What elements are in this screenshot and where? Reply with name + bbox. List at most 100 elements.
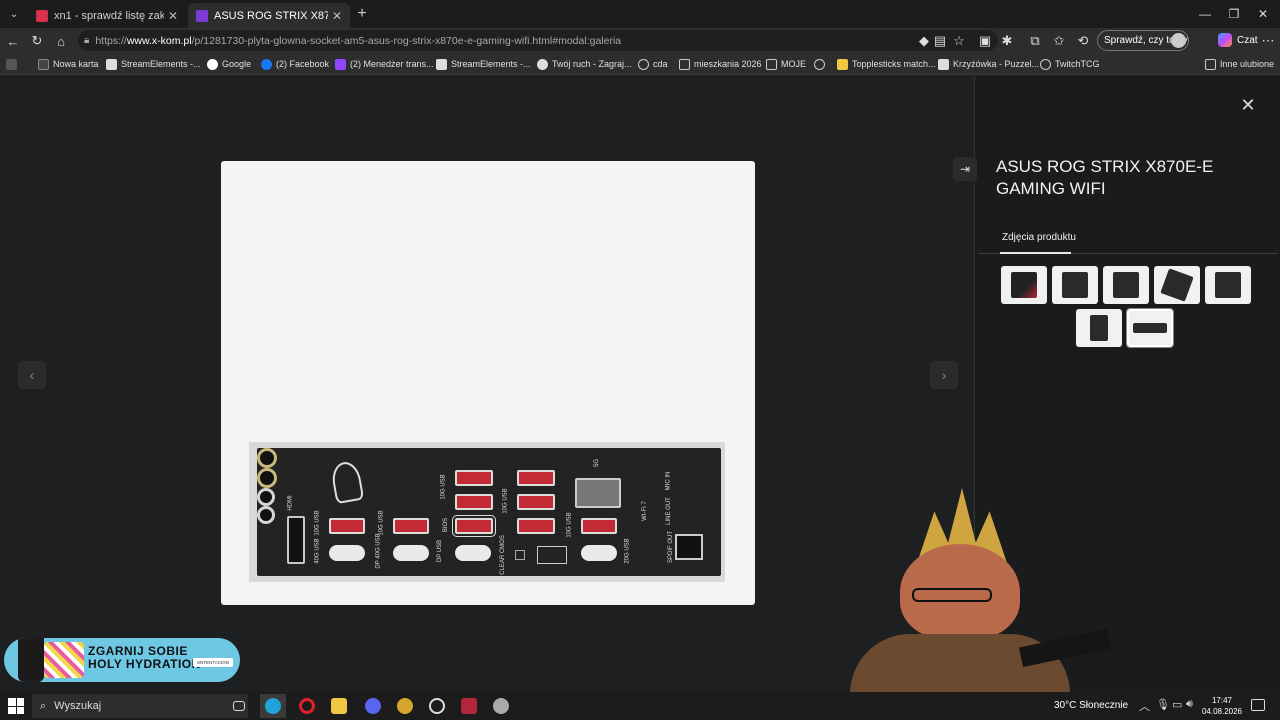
restore-icon[interactable]: ❐ xyxy=(1224,4,1244,24)
gallery-thumbnail[interactable] xyxy=(1052,266,1098,304)
profile-check-button[interactable]: Sprawdź, czy to Ty xyxy=(1097,30,1189,51)
io-label: DP USB xyxy=(437,539,444,563)
gallery-thumbnail[interactable] xyxy=(1154,266,1200,304)
tray-chevron-up-icon[interactable]: ︿ xyxy=(1139,698,1150,714)
task-view-icon[interactable] xyxy=(226,694,252,718)
extension-icon[interactable]: ▣ xyxy=(975,31,995,51)
tab-close-icon[interactable]: ✕ xyxy=(332,9,342,23)
lock-icon: 🔒︎ xyxy=(84,35,90,46)
taskbar-search[interactable]: ⌕ Wyszukaj xyxy=(32,694,248,718)
bookmark-item[interactable]: (2) Menedżer trans... xyxy=(335,57,434,71)
gallery-thumbnail[interactable] xyxy=(1001,266,1047,304)
bookmark-item[interactable]: StreamElements -... xyxy=(106,57,201,71)
bookmark-item[interactable]: Krzyżówka - Puzzel... xyxy=(938,57,1039,71)
prev-image-chevron-left-icon[interactable]: ‹ xyxy=(18,361,46,389)
tab-close-icon[interactable]: ✕ xyxy=(168,9,178,23)
gallery-thumbnail[interactable] xyxy=(1205,266,1251,304)
weather-widget[interactable]: 30°C Słonecznie xyxy=(1054,700,1128,711)
back-arrow-icon[interactable]: ← xyxy=(3,31,23,51)
tab-asus-rog[interactable]: ASUS ROG STRIX X870E-E GAMING ✕ xyxy=(188,3,350,28)
bookmark-folder[interactable]: mieszkania 2026 xyxy=(679,57,762,71)
spdif-port xyxy=(675,534,703,560)
discord-taskbar-icon[interactable] xyxy=(360,694,386,718)
collapse-panel-arrow-icon[interactable]: ⇥ xyxy=(953,157,977,181)
lan-port xyxy=(575,478,621,508)
io-label: HDMI xyxy=(287,495,294,511)
bios-flashback-button-icon xyxy=(537,546,567,564)
copilot-button[interactable]: Czat xyxy=(1218,33,1258,47)
file-explorer-icon[interactable] xyxy=(326,694,352,718)
gallery-thumbnail-selected[interactable] xyxy=(1126,308,1174,348)
tab-product-photos[interactable]: Zdjęcia produktu xyxy=(1002,232,1076,243)
network-icon[interactable]: ▭ xyxy=(1172,698,1182,711)
volume-icon[interactable]: 🔊︎ xyxy=(1186,698,1193,711)
clock-time: 17:47 xyxy=(1211,696,1233,705)
bookmark-item[interactable]: Topplesticks match... xyxy=(837,57,936,71)
usb-a-port xyxy=(455,470,493,486)
facebook-icon xyxy=(261,58,272,70)
tab-actions-chevron-icon[interactable]: ⌄ xyxy=(4,4,24,24)
move-icon xyxy=(537,58,548,70)
io-label: 10G USB xyxy=(502,488,509,514)
bookmark-item[interactable]: (2) Facebook xyxy=(261,57,329,71)
reader-icon[interactable]: ▤ xyxy=(930,31,950,51)
folder-icon xyxy=(766,58,777,70)
promo-graphic xyxy=(44,642,84,678)
copilot-label: Czat xyxy=(1237,34,1258,46)
history-icon[interactable]: ⟲ xyxy=(1073,31,1093,51)
bookmark-item[interactable] xyxy=(814,57,829,71)
opera-taskbar-icon[interactable] xyxy=(294,694,320,718)
search-placeholder: Wyszukaj xyxy=(54,700,102,712)
bookmark-folder[interactable]: MOJE xyxy=(766,57,806,71)
split-screen-icon[interactable]: ⧉ xyxy=(1025,31,1045,51)
glasses-icon xyxy=(912,588,992,602)
globe-icon xyxy=(1040,58,1051,70)
bookmark-item[interactable]: StreamElements -... xyxy=(436,57,531,71)
gallery-thumbnail[interactable] xyxy=(1103,266,1149,304)
new-tab-plus-icon[interactable]: + xyxy=(352,4,372,24)
bookmark-item[interactable]: Google xyxy=(207,57,251,71)
clock-date: 04.08.2026 xyxy=(1201,707,1243,716)
reading-mode-icon[interactable] xyxy=(6,57,21,71)
mic-tray-icon[interactable]: 🎙︎ xyxy=(1156,698,1170,711)
app-taskbar-icon[interactable] xyxy=(456,694,482,718)
reload-icon[interactable]: ↻ xyxy=(27,31,47,51)
bookmark-item[interactable]: cda xyxy=(638,57,668,71)
antenna-connector xyxy=(257,448,277,468)
bookmark-item[interactable]: TwitchTCG xyxy=(1040,57,1100,71)
bookmark-item[interactable]: Nowa karta xyxy=(38,57,99,71)
address-bar[interactable]: 🔒︎ https://www.x-kom.pl/p/1281730-plyta-… xyxy=(78,30,998,51)
window-close-icon[interactable]: ✕ xyxy=(1253,4,1273,24)
app-taskbar-icon[interactable] xyxy=(424,694,450,718)
home-icon[interactable]: ⌂ xyxy=(51,31,71,51)
more-menu-icon[interactable]: ⋯ xyxy=(1258,31,1278,51)
taskbar-clock[interactable]: 17:47 04.08.2026 xyxy=(1198,695,1246,717)
tab-title: ASUS ROG STRIX X870E-E GAMING xyxy=(214,9,328,22)
edge-taskbar-icon[interactable] xyxy=(260,694,286,718)
usb-c-port xyxy=(393,545,429,561)
puzzle-icon[interactable]: ✱ xyxy=(997,31,1017,51)
gallery-thumbnail[interactable] xyxy=(1076,309,1122,347)
tab-xn1[interactable]: xn1 - sprawdź listę zakupową w x ✕ xyxy=(28,3,186,28)
shaker-bottle-image xyxy=(18,638,44,682)
windows-start-icon[interactable] xyxy=(8,698,24,714)
globe-icon xyxy=(814,58,825,70)
app-taskbar-icon[interactable] xyxy=(392,694,418,718)
favorite-star-icon[interactable]: ☆ xyxy=(949,31,969,51)
notification-icon[interactable] xyxy=(1251,699,1265,711)
app-taskbar-icon[interactable] xyxy=(488,694,514,718)
io-label: 10G USB xyxy=(566,512,573,538)
bookmark-item[interactable]: Twój ruch - Zagraj... xyxy=(537,57,632,71)
tab-title: xn1 - sprawdź listę zakupową w x xyxy=(54,9,164,22)
close-gallery-icon[interactable]: ✕ xyxy=(1238,95,1258,115)
promo-banner[interactable]: ZGARNIJ SOBIE HOLY HYDRATION XNTENTACION xyxy=(4,638,240,682)
minimize-icon[interactable]: — xyxy=(1195,4,1215,24)
favorites-icon[interactable]: ✩ xyxy=(1049,31,1069,51)
copilot-icon xyxy=(1218,33,1232,47)
url-path: /p/1281730-plyta-glowna-socket-am5-asus-… xyxy=(191,34,622,47)
io-label: 40G USB xyxy=(314,538,321,564)
usb-a-port xyxy=(517,470,555,486)
streamelements-icon xyxy=(106,58,117,70)
next-image-chevron-right-icon[interactable]: › xyxy=(930,361,958,389)
other-favorites[interactable]: Inne ulubione xyxy=(1205,57,1274,71)
